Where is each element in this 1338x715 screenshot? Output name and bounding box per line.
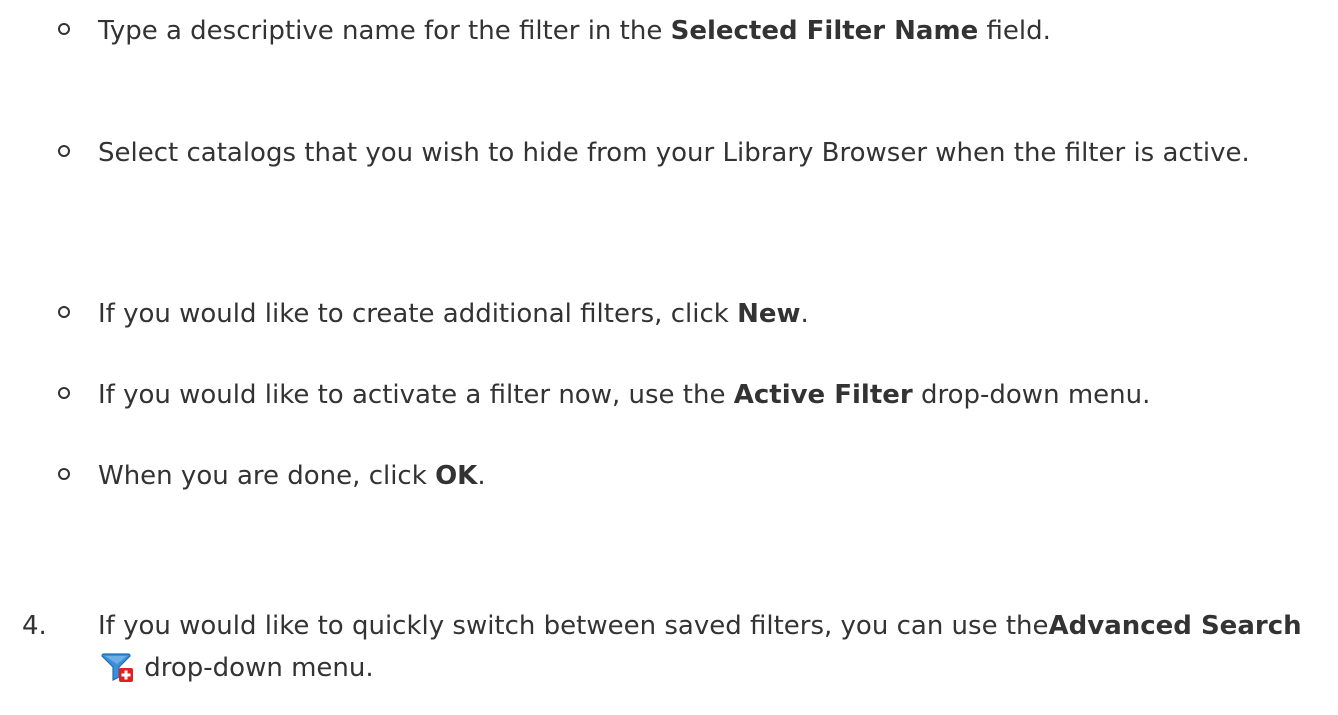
text-segment: Select catalogs that you wish to hide fr…	[98, 138, 1250, 168]
ui-term-advanced-search: Advanced Search	[1048, 611, 1302, 641]
text-segment: Type a descriptive name for the filter i…	[98, 16, 671, 46]
advanced-search-filter-icon	[100, 652, 134, 695]
text-segment: If you would like to quickly switch betw…	[98, 611, 1049, 641]
ui-term-new: New	[737, 299, 801, 329]
step-text: If you would like to quickly switch betw…	[98, 605, 1330, 695]
step-number: 4.	[22, 611, 47, 641]
ui-term-selected-filter-name: Selected Filter Name	[670, 16, 979, 46]
list-item-text: If you would like to create additional f…	[98, 293, 1328, 335]
hollow-bullet-icon	[58, 387, 70, 399]
list-item-text: Select catalogs that you wish to hide fr…	[98, 132, 1328, 174]
text-segment: If you would like to create additional f…	[98, 299, 738, 329]
text-segment: When you are done, click	[98, 461, 436, 491]
text-segment: drop-down menu.	[912, 380, 1151, 410]
text-segment: field.	[978, 16, 1051, 46]
ui-term-active-filter: Active Filter	[733, 380, 913, 410]
hollow-bullet-icon	[58, 468, 70, 480]
list-item-text: If you would like to activate a filter n…	[98, 374, 1328, 416]
list-item-text: When you are done, click OK.	[98, 455, 1328, 497]
ui-term-ok: OK	[435, 461, 478, 491]
text-segment: .	[477, 461, 486, 491]
hollow-bullet-icon	[58, 145, 70, 157]
text-segment: .	[800, 299, 809, 329]
hollow-bullet-icon	[58, 306, 70, 318]
text-segment: If you would like to activate a filter n…	[98, 380, 734, 410]
list-item-text: Type a descriptive name for the filter i…	[98, 10, 1328, 52]
hollow-bullet-icon	[58, 23, 70, 35]
text-segment: drop-down menu.	[136, 653, 374, 683]
